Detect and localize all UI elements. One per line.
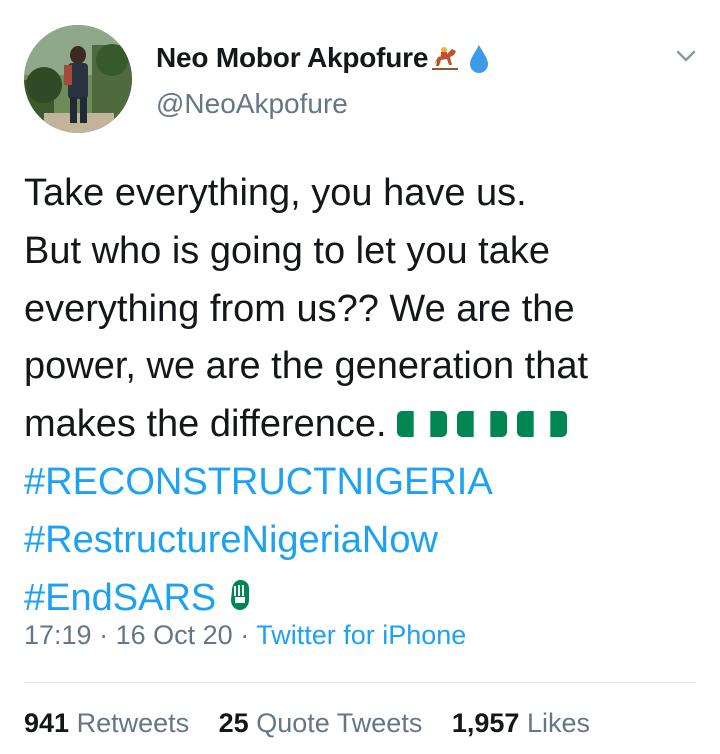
meta-separator: · xyxy=(99,620,109,650)
hashtag-link[interactable]: #RECONSTRUCTNIGERIA xyxy=(24,454,704,512)
hashtag-link[interactable]: #RestructureNigeriaNow xyxy=(24,512,704,570)
quote-tweets-label: Quote Tweets xyxy=(256,708,423,738)
tweet-text-line: But who is going to let you take xyxy=(24,229,550,272)
retweets-count: 941 xyxy=(24,708,70,738)
tweet-time[interactable]: 17:19 xyxy=(24,620,92,650)
retweets-label: Retweets xyxy=(76,708,190,738)
tweet-text-line: makes the difference. xyxy=(24,403,387,446)
tweet-text-line: Take everything, you have us. xyxy=(24,172,527,214)
nigeria-flag-icon xyxy=(456,409,507,439)
tweet-meta: 17:19 · 16 Oct 20 · Twitter for iPhone xyxy=(24,620,466,651)
tweet-date[interactable]: 16 Oct 20 xyxy=(116,620,233,650)
author-name-row[interactable]: Neo Mobor Akpofure xyxy=(156,38,490,78)
tweet-card: Neo Mobor Akpofure @NeoAkpofure Take eve… xyxy=(0,0,720,754)
tweet-text-line-with-flags: makes the difference. xyxy=(24,396,704,454)
quote-tweets-stat[interactable]: 25 Quote Tweets xyxy=(219,708,423,739)
tweet-stats: 941 Retweets 25 Quote Tweets 1,957 Likes xyxy=(24,708,612,739)
tweet-source-link[interactable]: Twitter for iPhone xyxy=(256,620,466,650)
avatar[interactable] xyxy=(24,25,132,133)
meta-separator: · xyxy=(240,620,250,650)
likes-label: Likes xyxy=(526,708,590,738)
retweets-stat[interactable]: 941 Retweets xyxy=(24,708,189,739)
nigeria-flag-icon xyxy=(396,409,447,439)
horse-racing-icon xyxy=(430,43,460,73)
author-handle[interactable]: @NeoAkpofure xyxy=(156,88,348,120)
quote-tweets-count: 25 xyxy=(218,708,249,738)
likes-count: 1,957 xyxy=(451,708,520,738)
tweet-text-line: power, we are the generation that xyxy=(24,345,589,388)
author-display-name[interactable]: Neo Mobor Akpofure xyxy=(156,42,428,74)
droplet-icon xyxy=(468,43,490,73)
nigeria-flag-icon xyxy=(516,409,567,439)
tweet-text-line: everything from us?? We are the xyxy=(24,287,575,330)
tweet-text: Take everything, you have us. But who is… xyxy=(24,165,704,631)
likes-stat[interactable]: 1,957 Likes xyxy=(452,708,590,739)
divider xyxy=(24,682,696,683)
chevron-down-icon[interactable] xyxy=(674,44,698,68)
hashtag-link[interactable]: #EndSARS xyxy=(24,577,216,619)
